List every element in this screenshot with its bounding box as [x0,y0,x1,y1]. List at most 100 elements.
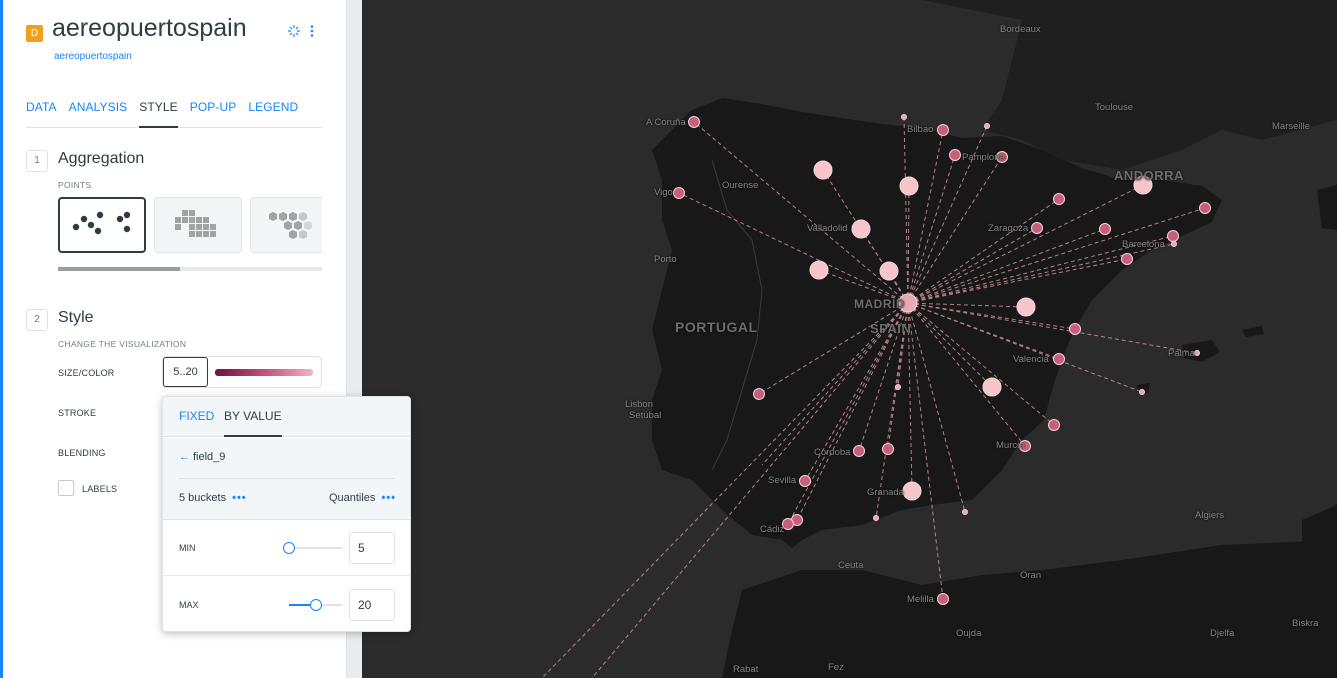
aggregation-points-option[interactable] [58,197,146,253]
airport-point [937,593,949,605]
airport-point [873,515,879,521]
map-label-barcelona: Barcelona [1122,239,1165,250]
labels-label: LABELS [82,484,118,494]
size-color-control[interactable]: 5..20 [162,356,322,388]
airport-point [937,124,949,136]
min-label: MIN [179,543,196,553]
map-label-madrid: MADRID [854,297,905,311]
map-label-acoruna: A Coruña [646,117,686,128]
airport-point [799,475,811,487]
quantiles-label: Quantiles [328,492,376,504]
airport-point [902,481,922,501]
airport-point [1167,230,1179,242]
airport-point [984,123,990,129]
scrollbar-thumb[interactable] [58,267,180,271]
airport-point [1053,193,1065,205]
min-input[interactable]: 5 [349,532,395,564]
map-label-spain: SPAIN [870,321,912,336]
section-number-style: 2 [26,309,48,331]
tab-fixed[interactable]: FIXED [179,409,214,423]
tab-popup[interactable]: POP-UP [190,98,237,128]
corsica [1317,185,1337,230]
center-layer-icon[interactable] [287,24,301,41]
airport-point [899,176,919,196]
africa-east [1302,505,1337,550]
size-range-value[interactable]: 5..20 [163,357,208,387]
airport-point [673,187,685,199]
map-label-ourense: Ourense [722,180,759,191]
map-label-granada: Granada [867,487,904,498]
map-label-oran: Oran [1020,570,1042,581]
airport-point [1199,202,1211,214]
airport-point [962,509,968,515]
layer-tabs: DATA ANALYSIS STYLE POP-UP LEGEND [26,98,322,128]
tab-data[interactable]: DATA [26,98,57,128]
popover-field-settings: ← field_9 5 buckets ••• Quantiles ••• [163,438,410,520]
section-title-aggregation: Aggregation [58,150,145,167]
size-color-popover: FIXED BY VALUE ← field_9 5 buckets ••• Qua… [162,396,411,632]
min-slider[interactable] [283,542,342,554]
buckets-selector[interactable]: 5 buckets ••• [179,492,247,504]
max-input[interactable]: 20 [349,589,395,621]
labels-checkbox[interactable] [58,480,74,496]
max-slider[interactable] [289,599,342,611]
map-label-djelfa: Djelfa [1210,628,1235,639]
map-label-rabat: Rabat [733,664,759,675]
map-label-algiers: Algiers [1195,510,1225,521]
airport-point [895,384,901,390]
airport-point [1016,297,1036,317]
max-label: MAX [179,600,199,610]
color-ramp[interactable] [215,369,313,376]
airport-point [688,116,700,128]
min-slider-handle[interactable] [283,542,295,554]
aggregation-squares-option[interactable] [154,197,242,253]
quantiles-more-icon[interactable]: ••• [381,492,396,504]
map-label-lisbon: Lisbon [625,399,653,410]
airport-point [882,443,894,455]
back-arrow-icon[interactable]: ← [179,451,190,463]
airport-point [1171,241,1177,247]
airport-point [879,261,899,281]
section-subtitle-aggregation: POINTS [58,180,92,190]
map-label-portugal: PORTUGAL [675,319,758,335]
tab-by-value[interactable]: BY VALUE [224,409,282,437]
airport-point [1194,350,1200,356]
map-label-toulouse: Toulouse [1095,102,1134,113]
max-slider-handle[interactable] [309,599,322,611]
tab-analysis[interactable]: ANALYSIS [69,98,128,128]
field-selector[interactable]: ← field_9 [179,451,225,463]
map-label-marseille: Marseille [1272,121,1311,132]
map-label-zaragoza: Zaragoza [988,223,1029,234]
map-label-ceuta: Ceuta [838,560,864,571]
hexagon-grid-icon [269,212,312,239]
map-canvas[interactable]: Bordeaux Toulouse Marseille A Coruña Bil… [362,0,1337,678]
map-label-murcia: Murcia [996,440,1025,451]
layer-title[interactable]: aereopuertospain [52,14,247,43]
airport-point [813,160,833,180]
aggregation-hexbins-option[interactable] [250,197,322,253]
field-name: field_9 [193,451,226,463]
more-options-icon[interactable] [309,24,315,41]
blending-label: BLENDING [58,448,106,458]
map-label-valladolid: Valladolid [807,223,848,234]
points-icon [72,211,131,235]
map-label-bordeaux: Bordeaux [1000,24,1041,35]
section-number-aggregation: 1 [26,150,48,172]
quantiles-selector[interactable]: Quantiles ••• [329,492,396,504]
map-label-porto: Porto [654,254,677,265]
map-label-sevilla: Sevilla [768,475,796,486]
layer-source-link[interactable]: aereopuertospain [54,51,132,62]
buckets-label: 5 buckets [179,492,227,504]
airport-point [1031,222,1043,234]
map-label-cadiz: Cádiz [760,524,785,535]
popover-divider [179,478,395,479]
tab-style[interactable]: STYLE [139,98,178,128]
map-label-valencia: Valencia [1013,354,1049,365]
airport-point [901,114,907,120]
buckets-more-icon[interactable]: ••• [232,492,247,504]
airport-point [1121,253,1133,265]
airport-point [809,260,829,280]
tab-legend[interactable]: LEGEND [248,98,298,128]
aggregation-scrollbar[interactable] [58,267,322,271]
map-label-oujda: Oujda [956,628,982,639]
